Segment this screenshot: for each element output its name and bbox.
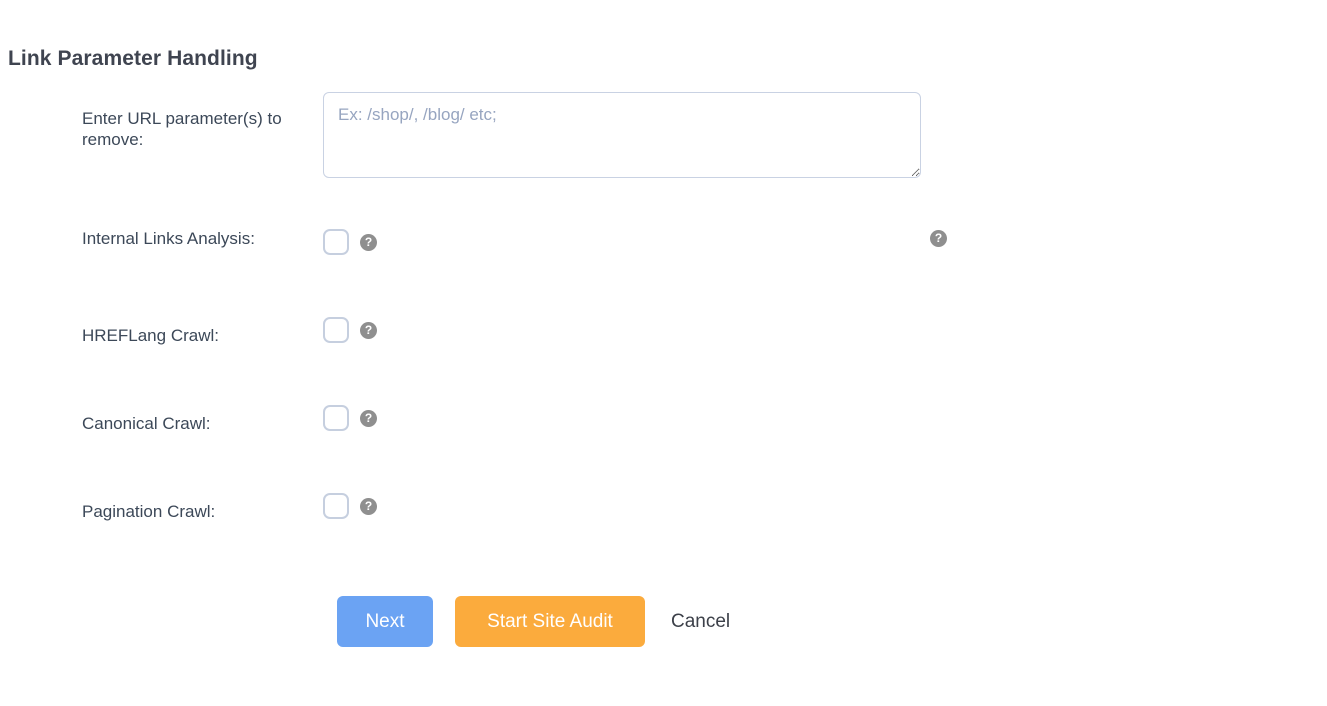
canonical-crawl-checkbox[interactable]	[323, 405, 349, 431]
hreflang-crawl-help-icon[interactable]: ?	[360, 321, 377, 339]
next-button[interactable]: Next	[337, 596, 433, 647]
form-row-internal-links: Internal Links Analysis: ?	[0, 228, 1327, 316]
pagination-crawl-help-icon[interactable]: ?	[360, 497, 377, 515]
pagination-crawl-checkbox[interactable]	[323, 493, 349, 519]
link-parameter-handling-form: Enter URL parameter(s) to remove: ? Inte…	[0, 92, 1327, 580]
start-site-audit-button[interactable]: Start Site Audit	[455, 596, 645, 647]
internal-links-control: ?	[323, 229, 377, 255]
internal-links-help-icon[interactable]: ?	[360, 233, 377, 251]
form-row-canonical-crawl: Canonical Crawl: ?	[0, 404, 1327, 492]
url-parameters-input[interactable]	[323, 92, 921, 178]
url-parameters-control	[323, 92, 921, 178]
pagination-crawl-label: Pagination Crawl:	[82, 502, 216, 521]
hreflang-crawl-checkbox[interactable]	[323, 317, 349, 343]
canonical-crawl-label: Canonical Crawl:	[82, 414, 211, 433]
hreflang-crawl-label: HREFLang Crawl:	[82, 326, 219, 345]
hreflang-crawl-control: ?	[323, 317, 377, 343]
internal-links-checkbox[interactable]	[323, 229, 349, 255]
form-row-pagination-crawl: Pagination Crawl: ?	[0, 492, 1327, 580]
internal-links-label: Internal Links Analysis:	[82, 229, 255, 248]
canonical-crawl-control: ?	[323, 405, 377, 431]
form-actions: Next Start Site Audit Cancel	[337, 596, 736, 647]
url-parameters-label: Enter URL parameter(s) to remove:	[82, 109, 282, 149]
page-title: Link Parameter Handling	[8, 47, 258, 71]
pagination-crawl-control: ?	[323, 493, 377, 519]
canonical-crawl-help-icon[interactable]: ?	[360, 409, 377, 427]
cancel-button[interactable]: Cancel	[665, 596, 736, 647]
form-row-hreflang-crawl: HREFLang Crawl: ?	[0, 316, 1327, 404]
form-row-url-parameters: Enter URL parameter(s) to remove: ?	[0, 92, 1327, 247]
